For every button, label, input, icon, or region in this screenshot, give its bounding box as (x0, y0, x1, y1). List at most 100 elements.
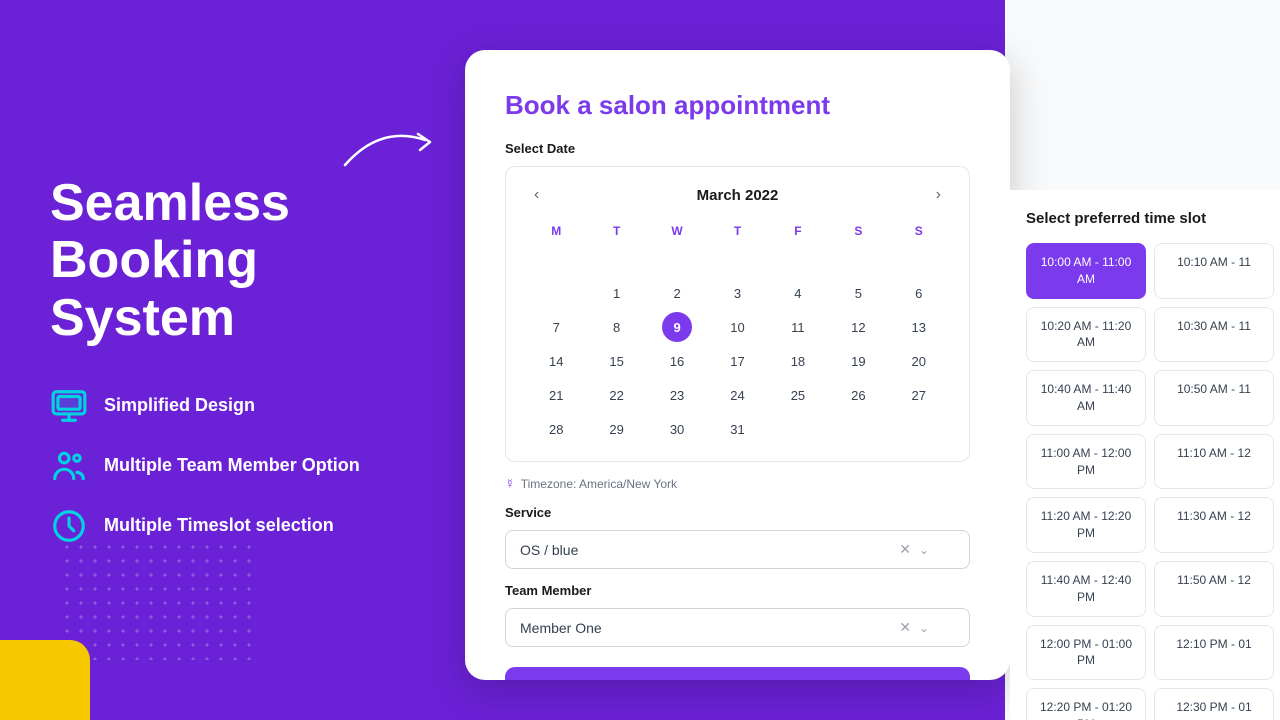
time-slot[interactable]: 12:20 PM - 01:20 PM (1026, 688, 1146, 720)
select-date-label: Select Date (505, 141, 970, 156)
calendar-empty-day (904, 414, 934, 444)
team-member-value: Member One (520, 620, 899, 636)
service-clear-icon[interactable]: ✕ (899, 541, 911, 558)
calendar-empty-day (904, 244, 934, 274)
main-heading: Seamless Booking System (50, 175, 410, 347)
calendar: ‹ March 2022 › MTWTFSS123456789101112131… (505, 166, 970, 462)
time-slot[interactable]: 11:20 AM - 12:20 PM (1026, 497, 1146, 553)
time-slot[interactable]: 11:30 AM - 12 (1154, 497, 1274, 553)
time-slot[interactable]: 10:40 AM - 11:40 AM (1026, 370, 1146, 426)
clock-icon (50, 507, 88, 545)
calendar-empty-day (722, 244, 752, 274)
feature-label-simplified: Simplified Design (104, 395, 255, 416)
service-select-actions: ✕ ⌄ (899, 541, 929, 558)
calendar-grid: MTWTFSS123456789101112131415161718192021… (526, 220, 949, 446)
monitor-icon (50, 387, 88, 425)
calendar-day-header: M (526, 220, 586, 242)
calendar-day[interactable]: 22 (602, 380, 632, 410)
calendar-day[interactable]: 30 (662, 414, 692, 444)
decorative-arrow (340, 120, 440, 180)
prev-month-button[interactable]: ‹ (526, 182, 547, 208)
calendar-day[interactable]: 5 (843, 278, 873, 308)
calendar-day[interactable]: 17 (722, 346, 752, 376)
calendar-day[interactable]: 11 (783, 312, 813, 342)
time-slot[interactable]: 12:00 PM - 01:00 PM (1026, 625, 1146, 681)
time-slot[interactable]: 10:20 AM - 11:20 AM (1026, 307, 1146, 363)
calendar-day-header: T (586, 220, 646, 242)
time-slot[interactable]: 11:00 AM - 12:00 PM (1026, 434, 1146, 490)
calendar-day[interactable]: 13 (904, 312, 934, 342)
calendar-day[interactable]: 4 (783, 278, 813, 308)
feature-item-timeslot: Multiple Timeslot selection (50, 507, 410, 545)
globe-icon: ☿ (505, 476, 515, 491)
book-now-button[interactable]: Book Now (505, 667, 970, 680)
feature-label-team: Multiple Team Member Option (104, 455, 360, 476)
calendar-day[interactable]: 27 (904, 380, 934, 410)
calendar-empty-day (843, 244, 873, 274)
calendar-day[interactable]: 14 (541, 346, 571, 376)
calendar-day[interactable]: 20 (904, 346, 934, 376)
calendar-header: ‹ March 2022 › (526, 182, 949, 208)
calendar-empty-day (602, 244, 632, 274)
time-slot[interactable]: 10:30 AM - 11 (1154, 307, 1274, 363)
calendar-day[interactable]: 29 (602, 414, 632, 444)
time-slots-grid: 10:00 AM - 11:00 AM10:10 AM - 1110:20 AM… (1026, 243, 1274, 720)
calendar-day[interactable]: 10 (722, 312, 752, 342)
calendar-empty-day (662, 244, 692, 274)
calendar-empty-day (541, 244, 571, 274)
calendar-day[interactable]: 25 (783, 380, 813, 410)
card-title: Book a salon appointment (505, 90, 970, 121)
time-slots-heading: Select preferred time slot (1026, 210, 1274, 227)
calendar-empty-day (541, 278, 571, 308)
time-slot[interactable]: 11:50 AM - 12 (1154, 561, 1274, 617)
team-member-label: Team Member (505, 583, 970, 598)
calendar-day[interactable]: 2 (662, 278, 692, 308)
feature-item-team: Multiple Team Member Option (50, 447, 410, 485)
calendar-day[interactable]: 23 (662, 380, 692, 410)
service-field-group: Service OS / blue ✕ ⌄ (505, 505, 970, 569)
time-slot[interactable]: 11:40 AM - 12:40 PM (1026, 561, 1146, 617)
team-member-select-actions: ✕ ⌄ (899, 619, 929, 636)
time-slot[interactable]: 10:50 AM - 11 (1154, 370, 1274, 426)
team-member-select[interactable]: Member One ✕ ⌄ (505, 608, 970, 647)
time-slot[interactable]: 10:00 AM - 11:00 AM (1026, 243, 1146, 299)
service-dropdown-icon[interactable]: ⌄ (919, 543, 929, 557)
calendar-day[interactable]: 8 (602, 312, 632, 342)
calendar-day[interactable]: 31 (722, 414, 752, 444)
calendar-day[interactable]: 12 (843, 312, 873, 342)
calendar-day[interactable]: 6 (904, 278, 934, 308)
time-slot[interactable]: 12:10 PM - 01 (1154, 625, 1274, 681)
time-slot[interactable]: 12:30 PM - 01 (1154, 688, 1274, 720)
calendar-empty-day (783, 244, 813, 274)
timezone-label: Timezone: America/New York (521, 477, 677, 491)
calendar-day-header: F (768, 220, 828, 242)
calendar-day[interactable]: 26 (843, 380, 873, 410)
time-slots-panel: Select preferred time slot 10:00 AM - 11… (1010, 190, 1280, 720)
calendar-day[interactable]: 15 (602, 346, 632, 376)
calendar-empty-day (843, 414, 873, 444)
calendar-day-header: S (889, 220, 949, 242)
timezone-row: ☿ Timezone: America/New York (505, 476, 970, 491)
time-slot[interactable]: 10:10 AM - 11 (1154, 243, 1274, 299)
calendar-day[interactable]: 18 (783, 346, 813, 376)
booking-card: Book a salon appointment Select Date ‹ M… (465, 50, 1010, 680)
service-value: OS / blue (520, 542, 899, 558)
calendar-day[interactable]: 16 (662, 346, 692, 376)
time-slot[interactable]: 11:10 AM - 12 (1154, 434, 1274, 490)
service-label: Service (505, 505, 970, 520)
calendar-day[interactable]: 1 (602, 278, 632, 308)
service-select[interactable]: OS / blue ✕ ⌄ (505, 530, 970, 569)
calendar-day[interactable]: 3 (722, 278, 752, 308)
users-icon (50, 447, 88, 485)
feature-label-timeslot: Multiple Timeslot selection (104, 515, 334, 536)
calendar-day[interactable]: 24 (722, 380, 752, 410)
calendar-day[interactable]: 21 (541, 380, 571, 410)
calendar-day[interactable]: 9 (662, 312, 692, 342)
next-month-button[interactable]: › (928, 182, 949, 208)
calendar-day[interactable]: 7 (541, 312, 571, 342)
calendar-day-header: W (647, 220, 707, 242)
team-member-clear-icon[interactable]: ✕ (899, 619, 911, 636)
calendar-day[interactable]: 19 (843, 346, 873, 376)
team-member-dropdown-icon[interactable]: ⌄ (919, 621, 929, 635)
calendar-day[interactable]: 28 (541, 414, 571, 444)
